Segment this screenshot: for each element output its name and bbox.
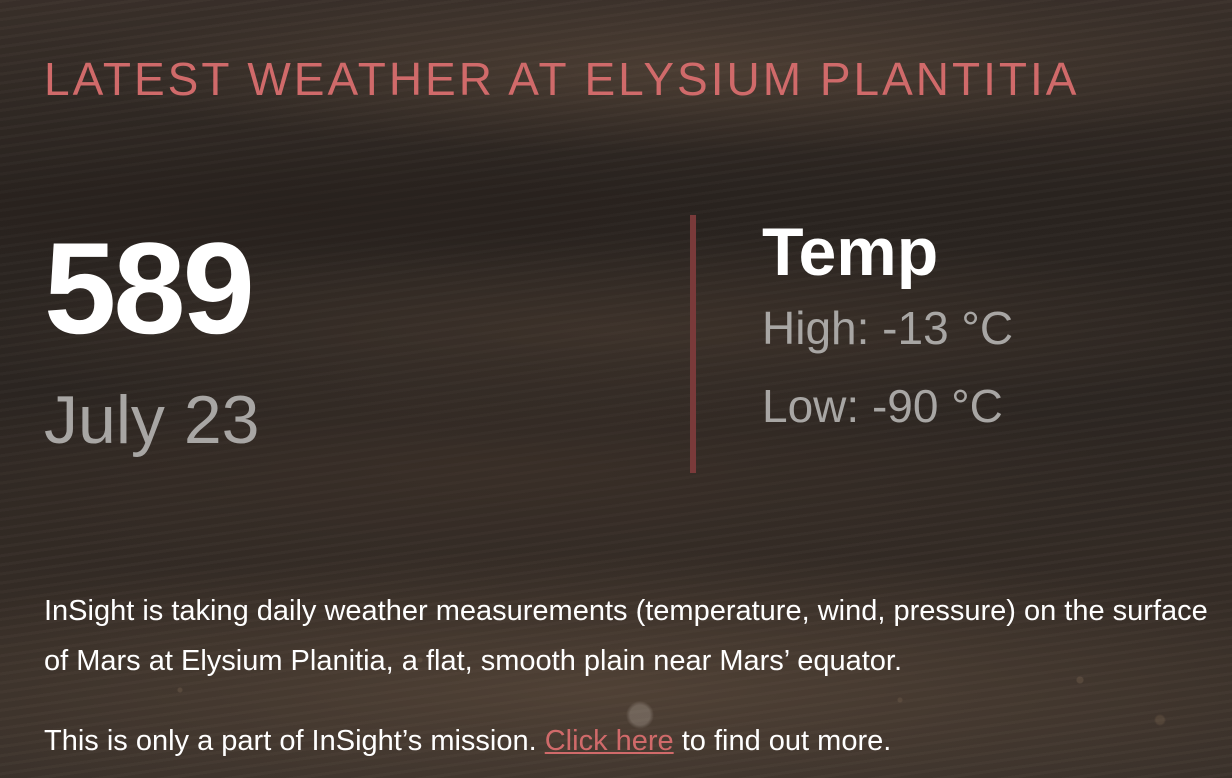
sol-block: 589 July 23 xyxy=(44,218,259,460)
click-here-link[interactable]: Click here xyxy=(545,725,674,757)
vertical-divider xyxy=(690,215,696,473)
temperature-block: Temp High: -13 °C Low: -90 °C xyxy=(762,212,1013,434)
more-info-line: This is only a part of InSight’s mission… xyxy=(44,716,891,766)
more-info-prefix: This is only a part of InSight’s mission… xyxy=(44,725,545,757)
sol-date: July 23 xyxy=(44,382,260,458)
mission-description: InSight is taking daily weather measurem… xyxy=(44,595,1208,677)
weather-page: LATEST WEATHER AT ELYSIUM PLANTITIA 589 … xyxy=(0,0,1232,778)
sol-number: 589 xyxy=(44,215,255,361)
temperature-title: Temp xyxy=(762,214,939,290)
page-title: LATEST WEATHER AT ELYSIUM PLANTITIA xyxy=(44,53,1080,105)
temperature-high: High: -13 °C xyxy=(762,302,1014,354)
more-info-suffix: to find out more. xyxy=(673,725,892,757)
temperature-low: Low: -90 °C xyxy=(762,380,1003,432)
